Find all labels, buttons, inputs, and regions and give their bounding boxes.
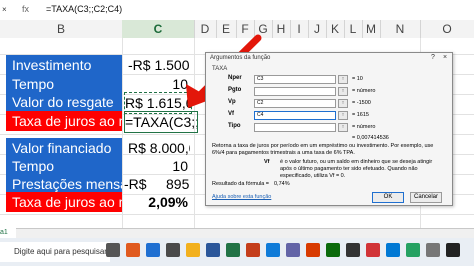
excel-icon[interactable]: [226, 243, 240, 257]
app4-icon[interactable]: [366, 243, 380, 257]
arg-label-vp: Vp: [228, 99, 236, 105]
arg-result-tipo: = número: [352, 124, 376, 130]
arg-label-vf: Vf: [228, 111, 234, 117]
sheet-tab[interactable]: a1: [0, 228, 16, 238]
arg-label-pgto: Pgto: [228, 87, 242, 93]
explorer-icon[interactable]: [166, 243, 180, 257]
word-icon[interactable]: [206, 243, 220, 257]
arg-result-vf: = 1615: [352, 112, 369, 118]
app5-icon[interactable]: [386, 243, 400, 257]
collapse-nper-button[interactable]: ↑: [338, 75, 348, 84]
taskbar-search[interactable]: Digite aqui para pesquisar: [0, 242, 110, 262]
function-description: Retorna a taxa de juros por período em u…: [212, 143, 434, 156]
app-icon[interactable]: [306, 243, 320, 257]
function-arguments-dialog: Argumentos da função ? × TAXA Nper C3 ↑ …: [205, 52, 453, 206]
function-total: = 0,007414536: [352, 135, 389, 141]
result-label: Resultado da fórmula =: [212, 181, 270, 187]
arg-result-nper: = 10: [352, 76, 363, 82]
arg-result-pgto: = número: [352, 88, 376, 94]
app6-icon[interactable]: [406, 243, 420, 257]
app2-icon[interactable]: [326, 243, 340, 257]
arg-result-vp: = -1500: [352, 100, 371, 106]
arg-input-nper[interactable]: C3: [254, 75, 336, 84]
app7-icon[interactable]: [426, 243, 440, 257]
vf-label: Vf: [264, 159, 270, 165]
arg-input-tipo[interactable]: [254, 123, 336, 132]
teams-icon[interactable]: [286, 243, 300, 257]
help-link[interactable]: Ajuda sobre esta função: [212, 194, 271, 200]
arg-input-vp[interactable]: C2: [254, 99, 336, 108]
collapse-tipo-button[interactable]: ↑: [338, 123, 348, 132]
office-icon[interactable]: [126, 243, 140, 257]
app8-icon[interactable]: [446, 243, 460, 257]
arg-label-nper: Nper: [228, 75, 242, 81]
edge-icon[interactable]: [146, 243, 160, 257]
arg-input-vf[interactable]: C4: [254, 111, 336, 120]
dialog-title: Argumentos da função: [210, 55, 271, 61]
collapse-vp-button[interactable]: ↑: [338, 99, 348, 108]
arg-input-pgto[interactable]: [254, 87, 336, 96]
ok-button[interactable]: OK: [372, 192, 404, 203]
app3-icon[interactable]: [346, 243, 360, 257]
arg-label-tipo: Tipo: [228, 123, 241, 129]
cancel-button[interactable]: Cancelar: [410, 192, 442, 203]
powerpoint-icon[interactable]: [246, 243, 260, 257]
mail-icon[interactable]: [266, 243, 280, 257]
task-view-icon[interactable]: [106, 243, 120, 257]
vf-description: é o valor futuro, ou um saldo em dinheir…: [280, 159, 433, 179]
folder-icon[interactable]: [186, 243, 200, 257]
collapse-vf-button[interactable]: ↑: [338, 111, 348, 120]
collapse-pgto-button[interactable]: ↑: [338, 87, 348, 96]
function-name: TAXA: [212, 66, 228, 72]
help-icon[interactable]: ?: [428, 54, 438, 61]
result-value: 0,74%: [274, 181, 290, 187]
close-icon[interactable]: ×: [440, 54, 450, 61]
